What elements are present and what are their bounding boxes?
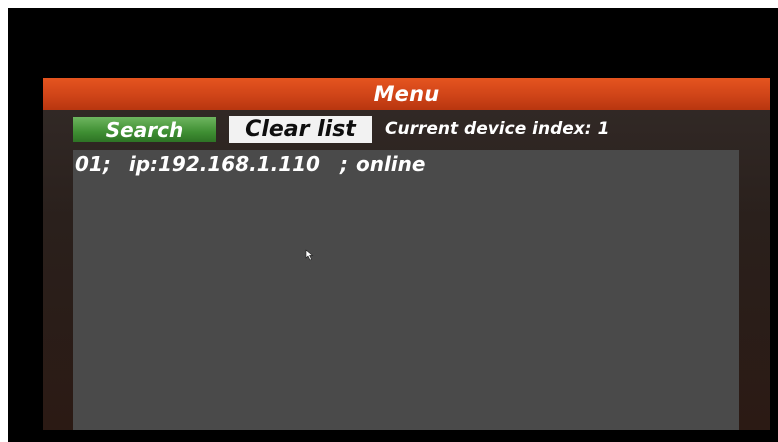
clear-list-button[interactable]: Clear list — [229, 116, 372, 143]
menu-title-bar: Menu — [43, 78, 770, 110]
search-button-label: Search — [105, 117, 184, 142]
device-index: 01; — [75, 152, 111, 176]
toolbar: Search Clear list Current device index: 1 — [43, 112, 770, 146]
tv-screen: Menu Search Clear list Current device in… — [8, 8, 778, 442]
mouse-pointer-icon — [305, 249, 314, 261]
current-device-index-label: Current device index: — [385, 119, 592, 139]
device-ip: ip:192.168.1.110 — [128, 152, 320, 176]
clear-list-button-label: Clear list — [245, 117, 356, 142]
search-button[interactable]: Search — [73, 117, 216, 142]
device-separator: ; — [339, 152, 348, 176]
device-list-item[interactable]: 01; ip:192.168.1.110 ; online — [73, 150, 425, 178]
menu-title: Menu — [373, 82, 440, 106]
current-device-index: Current device index: 1 — [385, 119, 609, 139]
menu-panel: Menu Search Clear list Current device in… — [43, 78, 770, 430]
current-device-index-value: 1 — [597, 119, 610, 139]
device-list: 01; ip:192.168.1.110 ; online — [73, 150, 739, 430]
device-status: online — [355, 152, 426, 176]
